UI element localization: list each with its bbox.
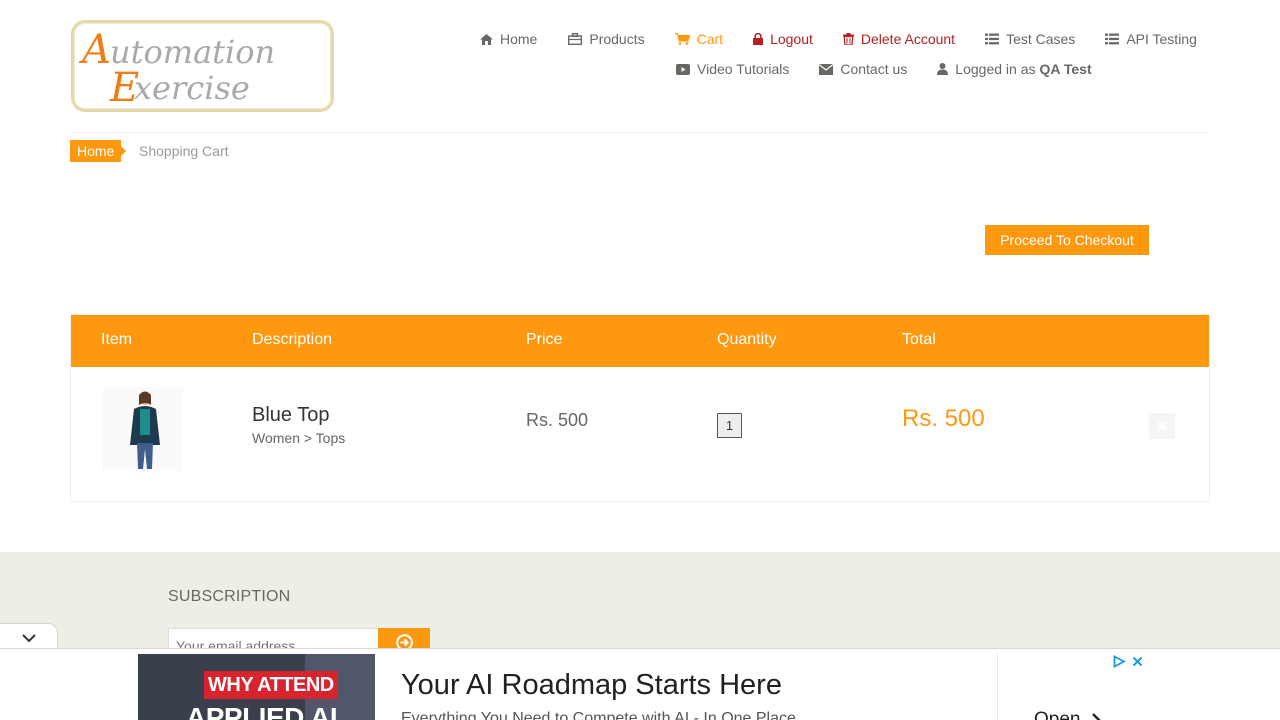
envelope-icon bbox=[819, 63, 834, 75]
youtube-play-icon bbox=[676, 63, 690, 75]
ad-collapse-toggle[interactable] bbox=[0, 623, 58, 651]
chevron-right-icon bbox=[1092, 713, 1102, 720]
site-logo[interactable]: A utomation E xercise bbox=[71, 20, 334, 112]
logged-in-username: QA Test bbox=[1039, 61, 1092, 77]
breadcrumb-current: Shopping Cart bbox=[139, 143, 229, 159]
nav-cart-label: Cart bbox=[696, 31, 724, 47]
nav-test-cases-label: Test Cases bbox=[1006, 31, 1076, 47]
cart-icon bbox=[674, 33, 690, 45]
home-icon bbox=[480, 33, 493, 45]
nav-logout-label: Logout bbox=[770, 31, 813, 47]
list-icon bbox=[985, 33, 1000, 45]
nav-logout[interactable]: Logout bbox=[753, 31, 813, 47]
nav-video-tutorials[interactable]: Video Tutorials bbox=[676, 61, 789, 77]
product-image[interactable] bbox=[103, 387, 183, 471]
header-divider bbox=[70, 132, 1210, 133]
close-icon bbox=[1157, 421, 1167, 431]
user-icon bbox=[937, 63, 949, 75]
nav-delete-account[interactable]: Delete Account bbox=[842, 31, 956, 47]
header-total: Total bbox=[902, 331, 936, 348]
nav-products-label: Products bbox=[589, 31, 645, 47]
main-nav-row1: Home Products Cart Logout Delete Account… bbox=[480, 31, 1197, 47]
close-ad-icon[interactable] bbox=[1132, 656, 1143, 667]
header-price: Price bbox=[526, 331, 563, 348]
logged-in-label: Logged in as bbox=[955, 61, 1036, 77]
adchoices-icon[interactable] bbox=[1113, 655, 1126, 668]
nav-delete-account-label: Delete Account bbox=[860, 31, 956, 47]
nav-cart[interactable]: Cart bbox=[674, 31, 724, 47]
ad-subtext: Everything You Need to Compete with AI -… bbox=[401, 710, 796, 720]
header-description: Description bbox=[252, 331, 333, 348]
remove-item-button[interactable] bbox=[1149, 413, 1175, 439]
chevron-down-icon bbox=[21, 633, 36, 642]
breadcrumb-home-link[interactable]: Home bbox=[70, 140, 127, 162]
trash-icon bbox=[842, 33, 854, 45]
main-nav-row2: Video Tutorials Contact us Logged in as … bbox=[676, 61, 1092, 77]
lock-icon bbox=[753, 33, 764, 45]
ad-headline[interactable]: Your AI Roadmap Starts Here bbox=[401, 669, 782, 702]
nav-contact-us-label: Contact us bbox=[840, 61, 908, 77]
ad-open-button[interactable]: Open bbox=[1034, 709, 1102, 720]
nav-logged-in: Logged in as QA Test bbox=[937, 61, 1092, 77]
nav-api-testing-label: API Testing bbox=[1126, 31, 1197, 47]
product-quantity: 1 bbox=[717, 413, 742, 438]
briefcase-icon bbox=[568, 33, 583, 45]
cart-table-header: Item Description Price Quantity Total bbox=[71, 315, 1209, 367]
list-icon bbox=[1105, 33, 1120, 45]
nav-home[interactable]: Home bbox=[480, 31, 537, 47]
ad-open-label: Open bbox=[1034, 709, 1081, 720]
nav-products[interactable]: Products bbox=[568, 31, 645, 47]
nav-api-testing[interactable]: API Testing bbox=[1105, 31, 1197, 47]
nav-video-tutorials-label: Video Tutorials bbox=[697, 61, 790, 77]
ad-choices bbox=[1113, 655, 1143, 668]
nav-contact-us[interactable]: Contact us bbox=[819, 61, 907, 77]
ad-banner[interactable]: WHY ATTEND APPLIED AI Your AI Roadmap St… bbox=[0, 648, 1280, 720]
cart-table: Item Description Price Quantity Total Bl… bbox=[70, 314, 1210, 502]
nav-test-cases[interactable]: Test Cases bbox=[985, 31, 1075, 47]
proceed-to-checkout-button[interactable]: Proceed To Checkout bbox=[985, 225, 1149, 255]
product-total: Rs. 500 bbox=[902, 405, 985, 432]
ad-image-tag: WHY ATTEND bbox=[204, 671, 338, 699]
product-price: Rs. 500 bbox=[526, 410, 589, 430]
header-item: Item bbox=[101, 331, 133, 348]
logo-letter-a: A bbox=[78, 27, 111, 73]
cart-item-row: Blue Top Women > Tops Rs. 500 1 Rs. 500 bbox=[71, 367, 1209, 501]
logo-text-exercise: xercise bbox=[134, 69, 250, 107]
ad-image-title: APPLIED AI bbox=[186, 702, 338, 720]
subscription-title: SUBSCRIPTION bbox=[168, 588, 291, 605]
product-category: Women > Tops bbox=[252, 430, 346, 446]
product-name-link[interactable]: Blue Top bbox=[252, 404, 329, 427]
ad-image[interactable]: WHY ATTEND APPLIED AI bbox=[138, 654, 375, 720]
header-quantity: Quantity bbox=[717, 331, 777, 348]
footer-divider bbox=[52, 550, 1224, 552]
nav-home-label: Home bbox=[500, 31, 538, 47]
